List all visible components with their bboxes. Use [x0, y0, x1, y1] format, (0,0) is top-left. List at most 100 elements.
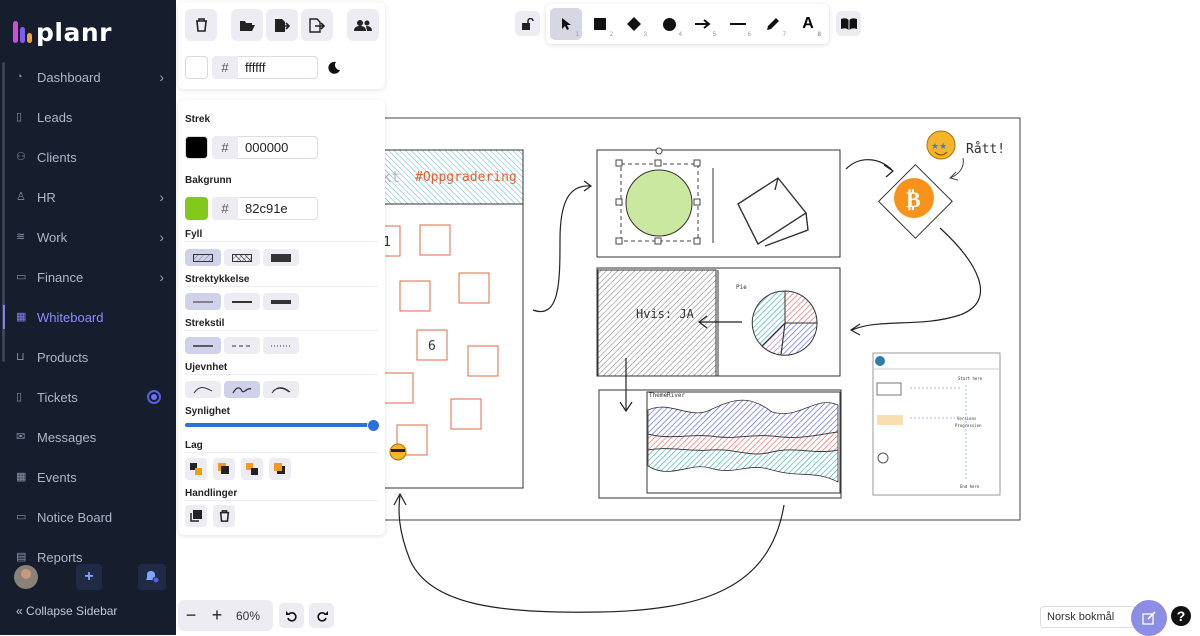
sidebar-item-label: Work: [37, 229, 68, 245]
sidebar-item-finance[interactable]: ▭ Finance ›: [0, 257, 176, 297]
sidebar-item-notice-board[interactable]: ▭ Notice Board: [0, 497, 176, 537]
folder-open-icon: [240, 20, 255, 31]
trash-icon: [195, 18, 207, 32]
delete-button[interactable]: [213, 505, 235, 527]
layer-buttons: [185, 458, 291, 480]
sidebar-item-label: Leads: [37, 109, 73, 125]
logo-icon: [13, 21, 32, 43]
pie-label: Pie: [736, 284, 747, 291]
fill-crosshatch-option[interactable]: [224, 249, 260, 266]
roughness-artist-option[interactable]: [224, 381, 260, 398]
notifications-button[interactable]: [138, 564, 166, 590]
rectangle-tool[interactable]: 2: [584, 8, 616, 40]
background-hex-input[interactable]: 82c91e: [238, 197, 318, 220]
person-icon: ♙: [16, 191, 26, 203]
stroke-width-thin-option[interactable]: [185, 293, 221, 310]
fill-label: Fyll: [185, 229, 203, 240]
fill-options: [185, 249, 299, 266]
stroke-width-bold-option[interactable]: [224, 293, 260, 310]
background-swatch[interactable]: [185, 197, 208, 220]
undo-button[interactable]: [279, 603, 304, 628]
properties-panel: Strek # 000000 Bakgrunn # 82c91e Fyll St…: [178, 100, 385, 535]
open-button[interactable]: [231, 9, 263, 41]
canvas-bg-swatch[interactable]: [185, 56, 208, 79]
bring-to-front-button[interactable]: [269, 458, 291, 480]
collaborate-button[interactable]: [347, 9, 379, 41]
redo-button[interactable]: [309, 603, 334, 628]
sidebar-item-work[interactable]: ≋ Work ›: [0, 217, 176, 257]
cursor-icon: [561, 18, 571, 30]
collapse-sidebar-label: Collapse Sidebar: [26, 604, 118, 618]
users-icon: [354, 19, 372, 31]
stroke-solid-option[interactable]: [185, 337, 221, 354]
avatar[interactable]: [14, 565, 38, 589]
pencil-tool[interactable]: 7: [757, 8, 789, 40]
undo-icon: [285, 610, 297, 622]
language-select[interactable]: Norsk bokmål: [1040, 606, 1136, 628]
dashboard-icon: ◔: [16, 71, 23, 83]
select-tool[interactable]: 1: [550, 8, 582, 40]
ellipse-tool[interactable]: 4: [653, 8, 685, 40]
task-num-6: 6: [428, 339, 436, 354]
canvas-bg-hex-input[interactable]: ffffff: [238, 56, 318, 79]
zoom-level[interactable]: 60%: [236, 609, 260, 623]
edit-button[interactable]: [1131, 600, 1167, 636]
lock-button[interactable]: [515, 11, 540, 36]
sidebar-item-dashboard[interactable]: ◔ Dashboard ›: [0, 57, 176, 97]
stroke-swatch[interactable]: [185, 136, 208, 159]
status-dot-icon: [147, 390, 161, 404]
fill-hachure-option[interactable]: [185, 249, 221, 266]
themeriver-chart: [647, 399, 839, 483]
collapse-sidebar-button[interactable]: « Collapse Sidebar: [16, 604, 117, 618]
collapse-icon: «: [16, 604, 23, 618]
roughness-options: [185, 381, 299, 398]
arrow-tool[interactable]: 5: [687, 8, 719, 40]
bring-forward-icon: [246, 463, 258, 475]
sidebar-item-products[interactable]: ⊔ Products: [0, 337, 176, 377]
fill-solid-option[interactable]: [263, 249, 299, 266]
roughness-architect-option[interactable]: [185, 381, 221, 398]
sidebar-item-messages[interactable]: ✉ Messages: [0, 417, 176, 457]
add-button[interactable]: +: [76, 564, 102, 590]
save-button[interactable]: [266, 9, 298, 41]
bring-forward-button[interactable]: [241, 458, 263, 480]
svg-text:★★: ★★: [931, 142, 947, 152]
duplicate-button[interactable]: [185, 505, 207, 527]
help-button[interactable]: ?: [1171, 606, 1191, 626]
sidebar-item-tickets[interactable]: ▯ Tickets: [0, 377, 176, 417]
diamond-tool[interactable]: 3: [618, 8, 650, 40]
roughness-cartoonist-option[interactable]: [263, 381, 299, 398]
brand-logo[interactable]: planr: [13, 18, 112, 47]
sidebar-item-events[interactable]: ▦ Events: [0, 457, 176, 497]
sidebar-item-hr[interactable]: ♙ HR ›: [0, 177, 176, 217]
library-button[interactable]: [836, 11, 861, 36]
send-to-back-button[interactable]: [185, 458, 207, 480]
sidebar-item-clients[interactable]: ⚇ Clients: [0, 137, 176, 177]
zoom-in-button[interactable]: +: [204, 603, 230, 629]
actions-label: Handlinger: [185, 488, 238, 499]
sidebar-footer: +: [0, 562, 176, 594]
circle-icon: [662, 17, 676, 31]
send-backward-button[interactable]: [213, 458, 235, 480]
stroke-style-options: [185, 337, 299, 354]
chevron-right-icon: ›: [159, 189, 164, 205]
export-button[interactable]: [301, 9, 333, 41]
stroke-hex-input[interactable]: 000000: [238, 136, 318, 159]
stroke-width-extra-option[interactable]: [263, 293, 299, 310]
doc-line-4: End here: [960, 484, 980, 489]
stroke-dotted-option[interactable]: [263, 337, 299, 354]
layers-icon: ≋: [16, 231, 26, 243]
zoom-out-button[interactable]: −: [178, 603, 204, 629]
text-tool[interactable]: A8: [792, 8, 824, 40]
stroke-dashed-option[interactable]: [224, 337, 260, 354]
chevron-right-icon: ›: [159, 269, 164, 285]
sidebar-item-leads[interactable]: ▯ Leads: [0, 97, 176, 137]
moon-icon[interactable]: [328, 61, 341, 74]
clear-canvas-button[interactable]: [185, 9, 217, 41]
sidebar-item-label: Whiteboard: [37, 309, 104, 325]
line-tool[interactable]: 6: [722, 8, 754, 40]
sidebar-item-whiteboard[interactable]: ▦ Whiteboard: [0, 297, 176, 337]
doc-line-2: Versions: [957, 416, 977, 421]
calendar-icon: ▦: [16, 471, 27, 483]
opacity-slider[interactable]: [185, 419, 380, 432]
